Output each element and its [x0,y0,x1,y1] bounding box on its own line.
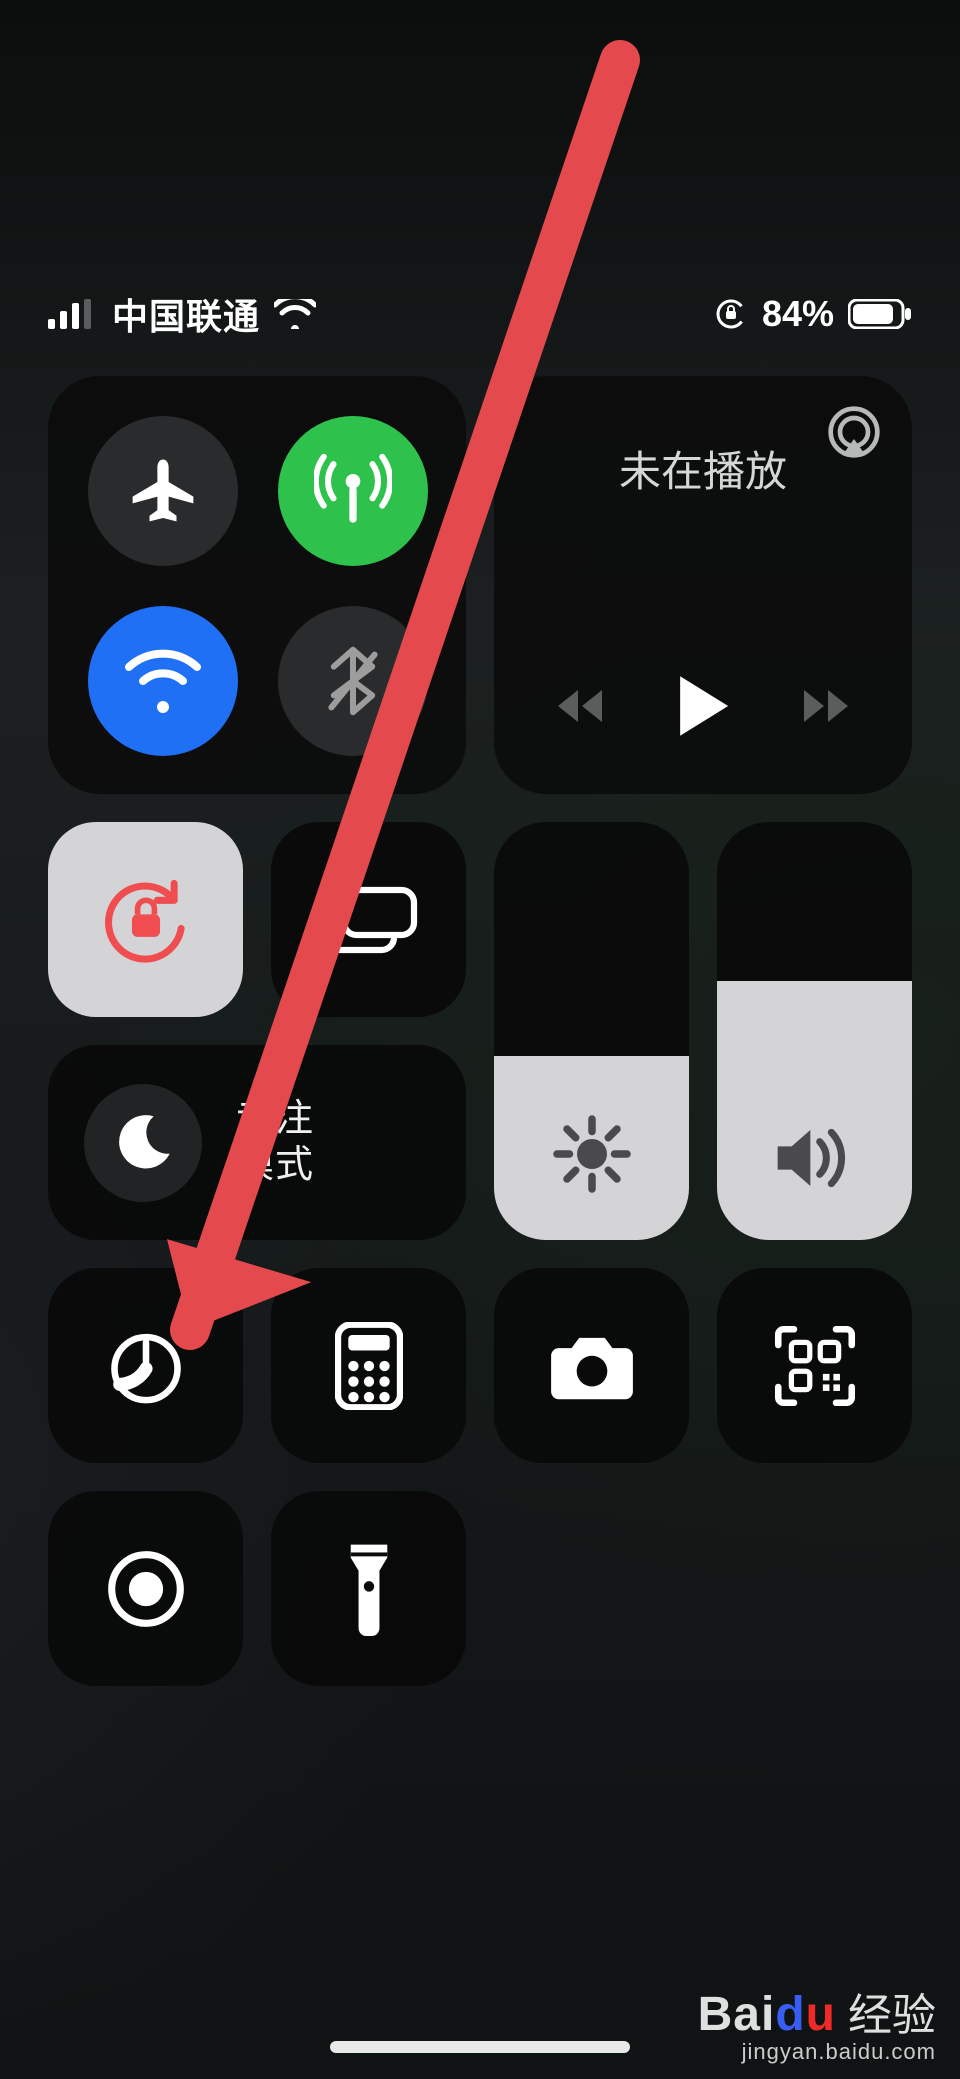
brightness-icon [552,1114,632,1194]
volume-icon [773,1122,857,1194]
flashlight-button[interactable] [271,1491,466,1686]
camera-button[interactable] [494,1268,689,1463]
bluetooth-toggle[interactable] [278,606,428,756]
airplane-icon [127,455,199,527]
screen-mirroring-icon [319,884,419,956]
media-prev-button[interactable] [554,684,614,728]
battery-percent-label: 84% [762,293,834,335]
media-playback-group[interactable]: 未在播放 [494,376,912,794]
brightness-slider[interactable] [494,822,689,1240]
media-title: 未在播放 [494,438,912,499]
volume-slider[interactable] [717,822,912,1240]
calculator-button[interactable] [271,1268,466,1463]
status-bar: 中国联通 84% [0,282,960,346]
timer-icon [104,1324,188,1408]
airplane-mode-toggle[interactable] [88,416,238,566]
carrier-label: 中国联通 [112,288,260,340]
calculator-icon [335,1322,403,1410]
watermark: Baidu 经验 jingyan.baidu.com [698,1979,936,2065]
media-next-button[interactable] [792,684,852,728]
focus-mode-button[interactable]: 专注 模式 [48,1045,466,1240]
battery-icon [848,299,912,329]
orientation-lock-toggle[interactable] [48,822,243,1017]
orientation-lock-icon [101,875,191,965]
qr-scanner-button[interactable] [717,1268,912,1463]
media-play-button[interactable] [674,674,732,738]
record-icon [106,1549,186,1629]
wifi-icon [274,299,316,329]
control-center: 未在播放 [48,376,912,1686]
screen-mirroring-button[interactable] [271,822,466,1017]
moon-icon [111,1111,175,1175]
screen-record-button[interactable] [48,1491,243,1686]
timer-button[interactable] [48,1268,243,1463]
wifi-toggle[interactable] [88,606,238,756]
cellular-data-toggle[interactable] [278,416,428,566]
bluetooth-off-icon [322,645,384,717]
cellular-antenna-icon [314,452,392,530]
orientation-lock-status-icon [714,297,748,331]
home-indicator[interactable] [330,2041,630,2053]
wifi-large-icon [123,649,203,713]
flashlight-icon [342,1542,396,1636]
cellular-signal-icon [48,299,92,329]
qr-code-icon [773,1324,857,1408]
camera-icon [546,1330,638,1402]
connectivity-group[interactable] [48,376,466,794]
focus-label: 专注 模式 [236,1097,314,1188]
